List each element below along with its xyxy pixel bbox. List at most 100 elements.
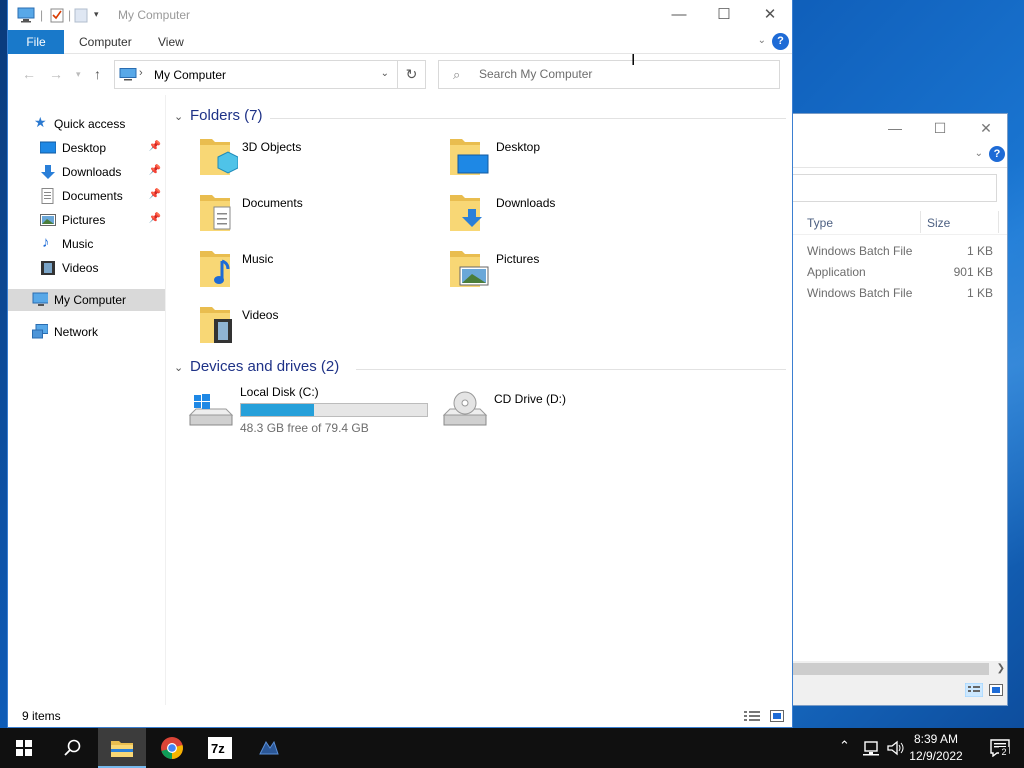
search-box[interactable]: ⌕ (438, 60, 780, 89)
properties-icon[interactable] (50, 7, 64, 23)
group-header-folders[interactable]: ⌄ Folders (7) (174, 107, 786, 129)
background-explorer-window[interactable]: — ☐ ✕ ⌄ ? Type Size Windows Batch File 1… (792, 113, 1008, 706)
search-input[interactable] (479, 67, 769, 81)
up-arrow-icon[interactable]: ↑ (94, 66, 101, 82)
refresh-icon[interactable]: ↻ (397, 61, 425, 88)
large-icons-view-icon[interactable] (770, 710, 784, 722)
network-tray-icon[interactable] (862, 740, 880, 768)
folder-name: Downloads (496, 196, 556, 210)
tray-overflow-chevron-icon[interactable]: ⌃ (839, 738, 850, 768)
drive-local-disk-c[interactable]: Local Disk (C:) 48.3 GB free of 79.4 GB (188, 385, 438, 437)
minimize-button[interactable]: — (656, 0, 702, 30)
breadcrumb-location[interactable]: My Computer (154, 68, 226, 82)
bg-column-type[interactable]: Type (807, 216, 833, 230)
breadcrumb-chevron-icon[interactable]: › (139, 67, 143, 79)
pin-icon[interactable]: 📌 (149, 189, 161, 200)
drive-cd-drive-d[interactable]: CD Drive (D:) (442, 385, 642, 437)
folder-videos[interactable]: Videos (192, 303, 442, 355)
address-bar[interactable]: › My Computer ⌄ ↻ (114, 60, 426, 89)
7zip-icon: 7z (208, 737, 232, 759)
nav-label: Quick access (54, 117, 126, 131)
close-button[interactable]: ✕ (747, 0, 793, 30)
bg-maximize-button[interactable]: ☐ (925, 118, 955, 138)
nav-item-network[interactable]: Network (8, 321, 165, 343)
nav-item-desktop[interactable]: Desktop 📌 (8, 137, 165, 159)
bg-file-row[interactable]: Application 901 KB (793, 262, 1007, 282)
cd-drive-icon (442, 391, 488, 426)
ribbon-expand-icon[interactable]: ⌄ (758, 35, 766, 46)
bg-file-type: Application (807, 265, 866, 279)
documents-folder-icon (200, 195, 231, 231)
folder-downloads[interactable]: Downloads (446, 191, 696, 243)
tab-view[interactable]: View (158, 30, 184, 54)
videos-icon (41, 261, 55, 275)
nav-item-documents[interactable]: Documents 📌 (8, 185, 165, 207)
bg-close-button[interactable]: ✕ (971, 118, 1001, 138)
taskbar-chrome[interactable] (148, 728, 196, 768)
desktop-icon (40, 141, 56, 154)
bg-file-type: Windows Batch File (807, 286, 913, 300)
bg-address-bar[interactable] (793, 174, 997, 202)
file-explorer-icon (111, 741, 133, 757)
clock-date: 12/9/2022 (909, 749, 963, 763)
action-center-button[interactable]: 2 (990, 739, 1010, 760)
folder-desktop[interactable]: Desktop (446, 135, 696, 187)
bg-column-divider[interactable] (920, 211, 921, 233)
volume-icon[interactable] (886, 740, 904, 768)
nav-quick-access[interactable]: ★ Quick access (8, 113, 165, 135)
qa-dropdown-icon[interactable]: ▾ (94, 9, 99, 20)
folder-pictures[interactable]: Pictures (446, 247, 696, 299)
details-view-icon[interactable] (743, 710, 761, 722)
search-button[interactable] (48, 728, 96, 768)
search-icon (64, 739, 81, 756)
folder-music[interactable]: Music (192, 247, 442, 299)
maximize-button[interactable]: ☐ (701, 0, 747, 30)
taskbar-app[interactable] (244, 728, 292, 768)
bg-scroll-thumb[interactable] (793, 663, 989, 675)
bg-large-icons-view-icon[interactable] (989, 684, 1003, 696)
pin-icon[interactable]: 📌 (149, 141, 161, 152)
forward-arrow-icon[interactable]: → (49, 66, 63, 82)
group-header-devices[interactable]: ⌄ Devices and drives (2) (174, 358, 786, 380)
folder-3d-objects[interactable]: 3D Objects (192, 135, 442, 187)
tab-file[interactable]: File (8, 30, 64, 54)
pin-icon[interactable]: 📌 (149, 165, 161, 176)
nav-label: Pictures (62, 213, 106, 227)
drive-name: Local Disk (C:) (240, 385, 319, 399)
bg-file-size: 1 KB (966, 244, 993, 258)
bg-scroll-right-icon[interactable]: ❯ (997, 661, 1005, 677)
documents-icon (41, 188, 54, 204)
bg-file-row[interactable]: Windows Batch File 1 KB (793, 241, 1007, 261)
recent-locations-icon[interactable]: ▾ (76, 69, 81, 80)
bg-ribbon-expand-icon[interactable]: ⌄ (975, 148, 983, 159)
taskbar-file-explorer[interactable] (98, 728, 146, 768)
pin-icon[interactable]: 📌 (149, 213, 161, 224)
folder-documents[interactable]: Documents (192, 191, 442, 243)
address-dropdown-icon[interactable]: ⌄ (381, 68, 389, 79)
explorer-window[interactable]: | | ▾ My Computer — ☐ ✕ File Computer Vi… (7, 0, 793, 728)
tab-computer[interactable]: Computer (79, 30, 132, 54)
collapse-chevron-icon[interactable]: ⌄ (174, 361, 183, 374)
bg-file-row[interactable]: Windows Batch File 1 KB (793, 283, 1007, 303)
bg-column-divider[interactable] (998, 211, 999, 233)
bg-details-view-icon[interactable] (965, 683, 983, 697)
bg-horizontal-scrollbar[interactable]: ❯ (793, 661, 1007, 677)
help-icon[interactable]: ? (772, 33, 789, 50)
bg-column-size[interactable]: Size (927, 216, 950, 230)
nav-item-videos[interactable]: Videos (8, 257, 165, 279)
taskbar-7zip[interactable]: 7z (196, 728, 244, 768)
nav-item-my-computer[interactable]: My Computer (8, 289, 165, 311)
bg-help-icon[interactable]: ? (989, 146, 1005, 162)
nav-label: Downloads (62, 165, 122, 179)
bg-minimize-button[interactable]: — (880, 118, 910, 138)
start-button[interactable] (0, 728, 48, 768)
collapse-chevron-icon[interactable]: ⌄ (174, 110, 183, 123)
nav-item-music[interactable]: ♪ Music (8, 233, 165, 255)
titlebar[interactable]: | | ▾ My Computer — ☐ ✕ (8, 0, 792, 30)
new-folder-icon[interactable] (74, 7, 88, 23)
back-arrow-icon[interactable]: ← (22, 66, 36, 82)
system-clock[interactable]: 8:39 AM 12/9/2022 (906, 731, 966, 765)
nav-item-pictures[interactable]: Pictures 📌 (8, 209, 165, 231)
nav-item-downloads[interactable]: Downloads 📌 (8, 161, 165, 183)
music-note-icon: ♪ (42, 234, 50, 251)
